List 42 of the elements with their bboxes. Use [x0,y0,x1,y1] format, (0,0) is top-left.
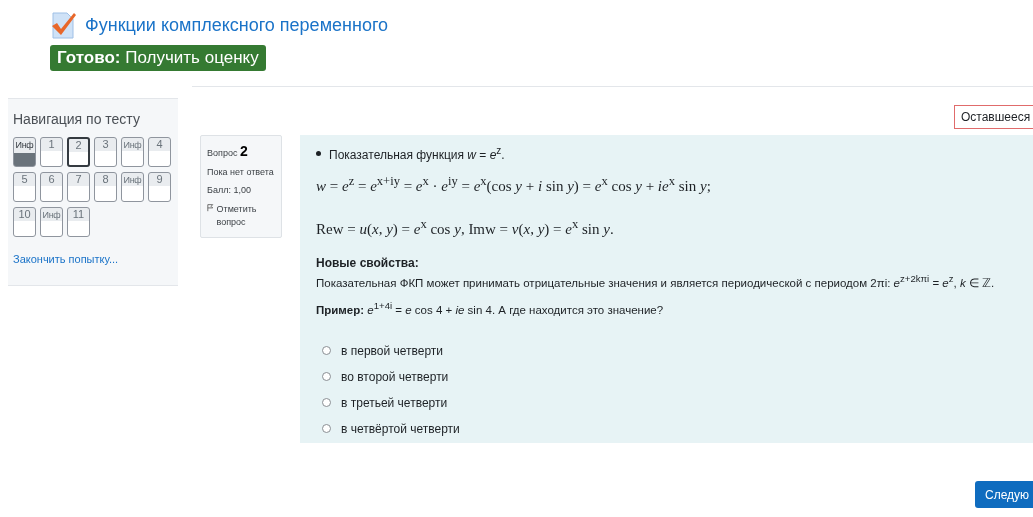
completion-badge: Готово: Получить оценку [50,45,266,71]
question-nav-button[interactable]: 4 [148,137,171,167]
answer-option[interactable]: в четвёртой четверти [341,421,460,436]
question-text: Показательная функция w = e$^{z}$. [329,145,505,162]
finish-attempt-link[interactable]: Закончить попытку... [13,253,119,265]
question-status: Пока нет ответа [207,167,275,177]
question-nav-button[interactable]: 10 [13,207,36,237]
question-nav-button[interactable]: 1 [40,137,63,167]
bullet-icon [316,151,321,156]
quiz-title-link[interactable]: Функции комплексного переменного [85,15,389,36]
question-nav-button[interactable]: 8 [94,172,117,202]
question-nav-button[interactable]: 7 [67,172,90,202]
formula: w = e$^{z}$ = e$^{x+iy}$ = e$^{x}$ · e$^{iy}$ = e$^{x}$(cos y +i sin y) = e$^{x}$ cos y + ie$^{x}$ sin y; [316,174,712,195]
question-nav-button[interactable]: Инф [40,207,63,237]
question-nav-button[interactable]: 11 [67,207,90,237]
formula: Rew = u(x, y) = e$^{x}$ cos y, Imw = v(x, y) = e$^{x}$ sin y. [316,217,615,238]
question-nav-button[interactable]: 3 [94,137,117,167]
flag-icon [207,203,214,212]
time-left-box: Оставшееся [954,105,1033,129]
next-page-button[interactable]: Следую [975,481,1033,508]
question-text: Пример: e$^{1+4i}$ = e cos 4 + ie sin 4. А где находится это значение? [316,299,665,316]
radio-button[interactable] [322,372,331,382]
question-nav-button[interactable]: 6 [40,172,63,202]
answer-option[interactable]: в первой четверти [341,343,444,358]
question-number: Вопрос 2 [207,143,249,159]
quiz-icon [50,12,77,39]
question-nav-button[interactable]: Инф [13,137,36,167]
question-score: Балл: 1,00 [207,185,252,195]
radio-button[interactable] [322,346,331,356]
navigation-title: Навигация по тесту [13,111,141,127]
question-nav-button[interactable]: 9 [148,172,171,202]
radio-button[interactable] [322,424,331,434]
answer-option[interactable]: в третьей четверти [341,395,448,410]
question-nav-button[interactable]: Инф [121,137,144,167]
question-nav-button[interactable]: 5 [13,172,36,202]
radio-button[interactable] [322,398,331,408]
question-nav-button[interactable]: Инф [121,172,144,202]
flag-question-link[interactable]: Отметить вопрос [207,203,275,229]
section-heading: Новые свойства: [316,256,420,270]
question-text: Показательная ФКП может принимать отрицательные значения и является периодической с периодом 2πi: e$^{z+2kπi}$ = e$^{z}$, k ∈ ℤ. [316,273,996,290]
question-nav-button[interactable]: 2 [67,137,90,167]
answer-option[interactable]: во второй четверти [341,369,449,384]
